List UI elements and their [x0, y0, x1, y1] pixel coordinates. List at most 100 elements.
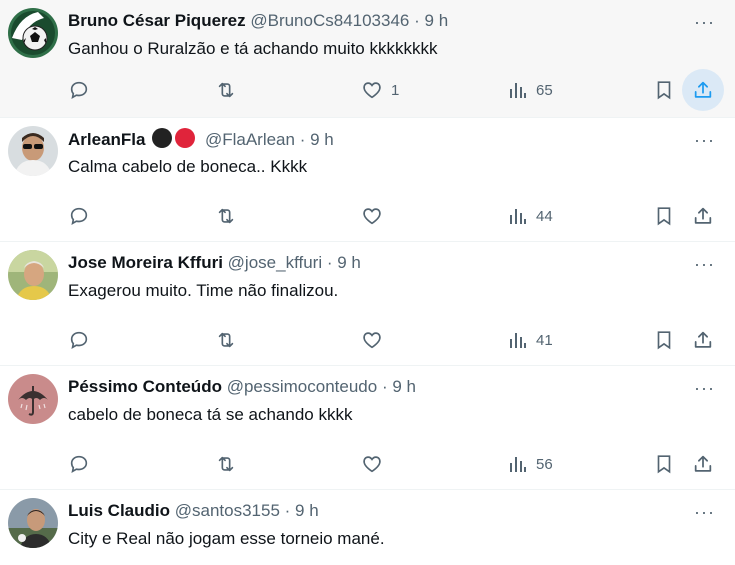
heart-icon — [363, 208, 381, 225]
view-count: 41 — [536, 331, 553, 349]
views-button[interactable]: 41 — [508, 320, 553, 360]
like-button[interactable] — [361, 444, 383, 484]
share-icon — [694, 81, 712, 98]
separator-dot: · — [284, 501, 291, 520]
user-handle[interactable]: @FlaArlean — [205, 130, 295, 149]
person-outdoor-icon — [8, 498, 58, 548]
user-handle[interactable]: @pessimoconteudo — [227, 377, 378, 396]
timestamp[interactable]: 9 h — [392, 377, 416, 396]
like-button[interactable] — [361, 196, 383, 236]
reply-button[interactable] — [68, 444, 90, 484]
more-options-button[interactable]: ··· — [694, 130, 715, 151]
tweet-text: Ganhou o Ruralzão e tá achando muito kkk… — [68, 39, 438, 58]
analytics-icon — [510, 457, 526, 472]
tweet-header: ArleanFla @FlaArlean · 9 h — [68, 128, 675, 154]
more-options-button[interactable]: ··· — [694, 378, 715, 399]
more-options-button[interactable]: ··· — [694, 502, 715, 523]
action-bar: 41 — [0, 320, 735, 360]
views-button[interactable]: 56 — [508, 444, 553, 484]
person-icon — [8, 250, 58, 300]
user-handle[interactable]: @santos3155 — [175, 501, 280, 520]
display-name[interactable]: Péssimo Conteúdo — [68, 377, 222, 396]
avatar[interactable] — [8, 250, 58, 300]
timestamp[interactable]: 9 h — [337, 253, 361, 272]
tweet[interactable]: ArleanFla @FlaArlean · 9 h ··· Calma cab… — [0, 118, 735, 242]
retweet-icon — [218, 208, 234, 224]
tweet-header: Jose Moreira Kffuri @jose_kffuri · 9 h — [68, 252, 675, 274]
like-button[interactable]: 1 — [361, 70, 399, 110]
share-button[interactable] — [692, 320, 714, 360]
retweet-icon — [218, 82, 234, 98]
retweet-button[interactable] — [215, 320, 237, 360]
tweet[interactable]: Bruno César Piquerez @BrunoCs84103346 · … — [0, 0, 735, 118]
more-options-button[interactable]: ··· — [694, 254, 715, 275]
retweet-button[interactable] — [215, 196, 237, 236]
bookmark-button[interactable] — [653, 320, 675, 360]
reply-button[interactable] — [68, 320, 90, 360]
view-count: 56 — [536, 455, 553, 473]
view-count: 44 — [536, 207, 553, 225]
share-button[interactable] — [692, 196, 714, 236]
tweet[interactable]: Jose Moreira Kffuri @jose_kffuri · 9 h ·… — [0, 242, 735, 366]
tweet[interactable]: Luis Claudio @santos3155 · 9 h ··· City … — [0, 490, 735, 565]
action-bar: 56 — [0, 444, 735, 484]
share-icon — [694, 455, 712, 472]
heart-icon — [363, 82, 381, 99]
black-circle-icon — [152, 128, 173, 148]
display-name[interactable]: Jose Moreira Kffuri — [68, 253, 223, 272]
tweet-text: City e Real não jogam esse torneio mané. — [68, 529, 385, 548]
bookmark-button[interactable] — [653, 70, 675, 110]
more-options-button[interactable]: ··· — [694, 12, 715, 33]
separator-dot: · — [326, 253, 333, 272]
reply-icon — [70, 81, 88, 99]
reply-icon — [70, 455, 88, 473]
share-button[interactable] — [682, 69, 724, 111]
tweet[interactable]: Péssimo Conteúdo @pessimoconteudo · 9 h … — [0, 366, 735, 490]
avatar[interactable] — [8, 8, 58, 58]
analytics-icon — [510, 83, 526, 98]
reply-button[interactable] — [68, 196, 90, 236]
heart-icon — [363, 456, 381, 473]
view-count: 65 — [536, 81, 553, 99]
reply-icon — [70, 331, 88, 349]
avatar[interactable] — [8, 374, 58, 424]
bookmark-button[interactable] — [653, 196, 675, 236]
analytics-icon — [510, 333, 526, 348]
tweet-text: cabelo de boneca tá se achando kkkk — [68, 405, 353, 424]
retweet-icon — [218, 456, 234, 472]
share-icon — [694, 207, 712, 224]
like-button[interactable] — [361, 320, 383, 360]
timestamp[interactable]: 9 h — [425, 11, 449, 30]
share-icon — [694, 331, 712, 348]
bookmark-icon — [657, 81, 671, 100]
emoji-badges — [152, 128, 198, 154]
tweet-header: Bruno César Piquerez @BrunoCs84103346 · … — [68, 10, 675, 32]
red-circle-icon — [175, 128, 196, 148]
user-handle[interactable]: @BrunoCs84103346 — [250, 11, 409, 30]
views-button[interactable]: 65 — [508, 70, 553, 110]
like-count: 1 — [391, 81, 400, 99]
bookmark-icon — [657, 331, 671, 350]
display-name[interactable]: Bruno César Piquerez — [68, 11, 246, 30]
display-name[interactable]: Luis Claudio — [68, 501, 170, 520]
action-bar: 44 — [0, 196, 735, 236]
avatar[interactable] — [8, 126, 58, 176]
timestamp[interactable]: 9 h — [295, 501, 319, 520]
display-name[interactable]: ArleanFla — [68, 130, 145, 149]
retweet-button[interactable] — [215, 70, 237, 110]
bookmark-button[interactable] — [653, 444, 675, 484]
tweet-text: Exagerou muito. Time não finalizou. — [68, 281, 339, 300]
timestamp[interactable]: 9 h — [310, 130, 334, 149]
retweet-icon — [218, 332, 234, 348]
reply-icon — [70, 207, 88, 225]
reply-button[interactable] — [68, 70, 90, 110]
bookmark-icon — [657, 455, 671, 474]
action-bar: 1 65 — [0, 69, 735, 111]
retweet-button[interactable] — [215, 444, 237, 484]
views-button[interactable]: 44 — [508, 196, 553, 236]
umbrella-icon — [8, 374, 58, 424]
share-button[interactable] — [692, 444, 714, 484]
separator-dot: · — [299, 130, 306, 149]
user-handle[interactable]: @jose_kffuri — [228, 253, 322, 272]
avatar[interactable] — [8, 498, 58, 548]
